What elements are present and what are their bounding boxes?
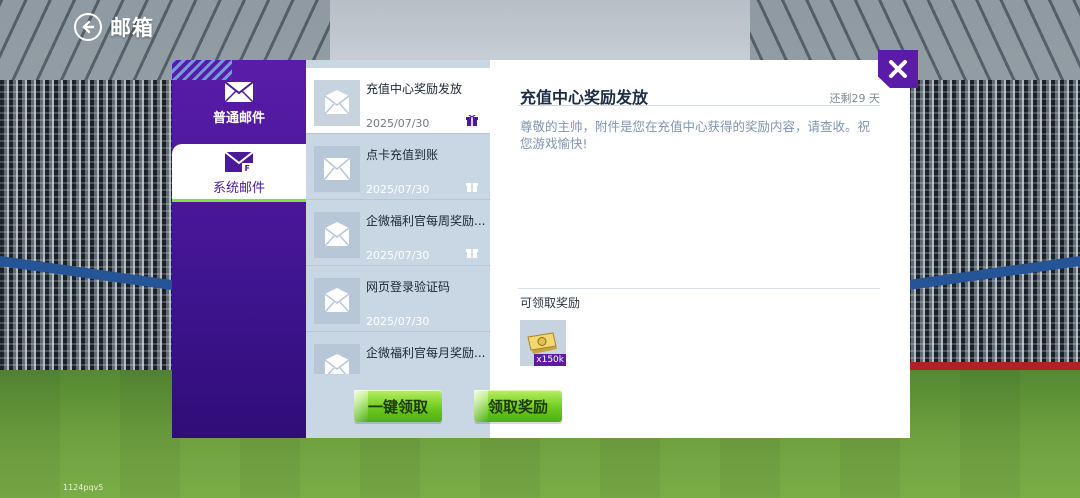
category-system-mail[interactable]: F 系统邮件 — [172, 144, 306, 202]
expiry-label: 还剩29 天 — [829, 92, 881, 105]
mail-item[interactable]: 点卡充值到账 2025/07/30 — [306, 134, 490, 200]
mail-date: 2025/07/30 — [366, 117, 430, 130]
mail-detail-panel: 充值中心奖励发放 还剩29 天 尊敬的主帅，附件是您在充值中心获得的奖励内容，请… — [490, 60, 910, 438]
mail-date: 2025/07/30 — [366, 315, 430, 328]
build-tag: 1124pqv5 — [63, 483, 104, 492]
gift-icon — [466, 115, 478, 126]
gift-icon — [466, 249, 478, 258]
mail-item[interactable]: 企微福利官每周奖励... 2025/07/30 — [306, 200, 490, 266]
envelope-icon — [314, 212, 360, 258]
envelope-icon — [314, 278, 360, 324]
mail-subject: 点卡充值到账 — [366, 148, 439, 162]
envelope-icon — [314, 344, 360, 374]
category-normal-mail[interactable]: 普通邮件 — [172, 74, 306, 132]
mail-date: 2025/07/30 — [366, 249, 430, 262]
mail-item[interactable]: 网页登录验证码 2025/07/30 — [306, 266, 490, 332]
mail-date: 2025/07/30 — [366, 183, 430, 196]
category-label: 普通邮件 — [212, 110, 265, 126]
claim-all-button[interactable]: 一键领取 — [354, 390, 442, 422]
reward-quantity: x150k — [534, 354, 566, 366]
system-mail-icon: F — [224, 150, 254, 173]
close-icon — [889, 60, 907, 78]
envelope-icon — [314, 80, 360, 126]
category-sidebar: 普通邮件 F 系统邮件 — [172, 60, 306, 438]
claim-all-label: 一键领取 — [367, 397, 428, 416]
category-label: 系统邮件 — [212, 180, 265, 196]
mail-subject: 网页登录验证码 — [366, 280, 451, 294]
back-button[interactable] — [74, 13, 102, 41]
envelope-icon — [314, 146, 360, 192]
top-bar: 邮箱 — [74, 12, 154, 42]
mail-icon — [224, 80, 254, 103]
mail-item[interactable]: 充值中心奖励发放 2025/07/30 — [306, 68, 490, 134]
svg-text:F: F — [245, 164, 250, 173]
divider — [518, 105, 880, 106]
coin-ticket-icon — [527, 332, 557, 354]
arrow-left-icon — [82, 20, 95, 34]
mailbox-dialog: 普通邮件 F 系统邮件 充值中心奖励发放 2025/07/30 点卡充值到账 2… — [172, 60, 910, 438]
mail-item[interactable]: 企微福利官每月奖励... — [306, 332, 490, 374]
page-title: 邮箱 — [110, 16, 154, 40]
mail-list-panel: 充值中心奖励发放 2025/07/30 点卡充值到账 2025/07/30 企微… — [306, 60, 490, 438]
reward-item[interactable]: x150k — [520, 320, 566, 366]
gift-icon — [466, 183, 478, 192]
claim-reward-button[interactable]: 领取奖励 — [474, 390, 562, 422]
mail-body: 尊敬的主帅，附件是您在充值中心获得的奖励内容，请查收。祝您游戏愉快! — [520, 119, 871, 151]
mail-subject: 充值中心奖励发放 — [366, 82, 463, 96]
claim-reward-label: 领取奖励 — [487, 397, 548, 416]
mail-list[interactable]: 充值中心奖励发放 2025/07/30 点卡充值到账 2025/07/30 企微… — [306, 68, 490, 374]
mail-subject: 企微福利官每周奖励... — [366, 214, 486, 228]
rewards-title: 可领取奖励 — [520, 296, 581, 310]
divider — [518, 288, 880, 289]
mail-subject: 企微福利官每月奖励... — [366, 346, 486, 360]
